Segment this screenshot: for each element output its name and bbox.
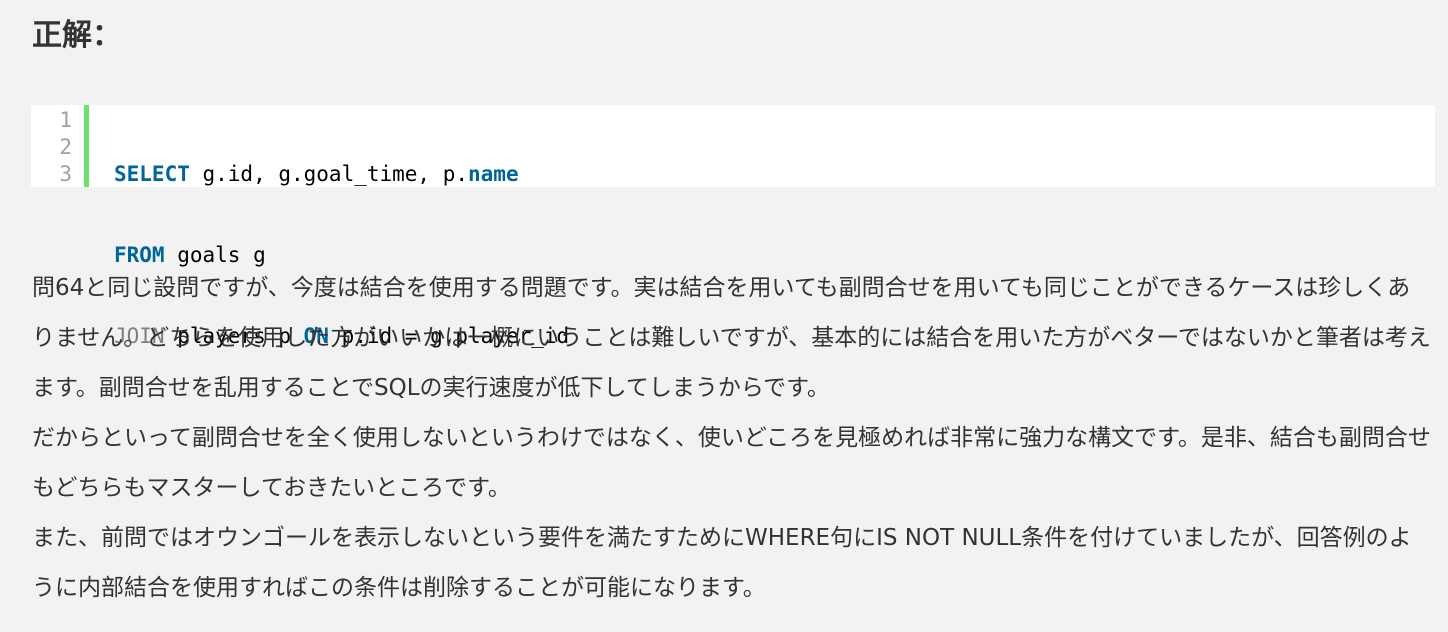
sql-keyword: SELECT	[114, 162, 190, 186]
code-line: SELECT g.id, g.goal_time, p.name	[114, 161, 569, 188]
code-block: 1 2 3 SELECT g.id, g.goal_time, p.name F…	[31, 105, 1435, 348]
sql-keyword: name	[468, 162, 519, 186]
line-number-gutter: 1 2 3	[31, 105, 84, 187]
explanation-paragraph: だからといって副問合せを全く使用しないというわけではなく、使いどころを見極めれば…	[32, 425, 1431, 501]
explanation-paragraph: 問64と同じ設問ですが、今度は結合を使用する問題です。実は結合を用いても副問合せ…	[32, 275, 1431, 401]
line-number: 2	[59, 135, 72, 159]
section-heading: 正解：	[32, 18, 122, 53]
sql-text: g.id, g.goal_time, p.	[189, 162, 469, 186]
code-lines: SELECT g.id, g.goal_time, p.name FROM go…	[89, 105, 569, 348]
explanation-paragraph: また、前問ではオウンゴールを表示しないという要件を満たすためにWHERE句にIS…	[32, 525, 1412, 601]
explanation-text: 問64と同じ設問ですが、今度は結合を使用する問題です。実は結合を用いても副問合せ…	[32, 263, 1432, 613]
line-number: 1	[59, 108, 72, 132]
line-number: 3	[59, 162, 72, 186]
